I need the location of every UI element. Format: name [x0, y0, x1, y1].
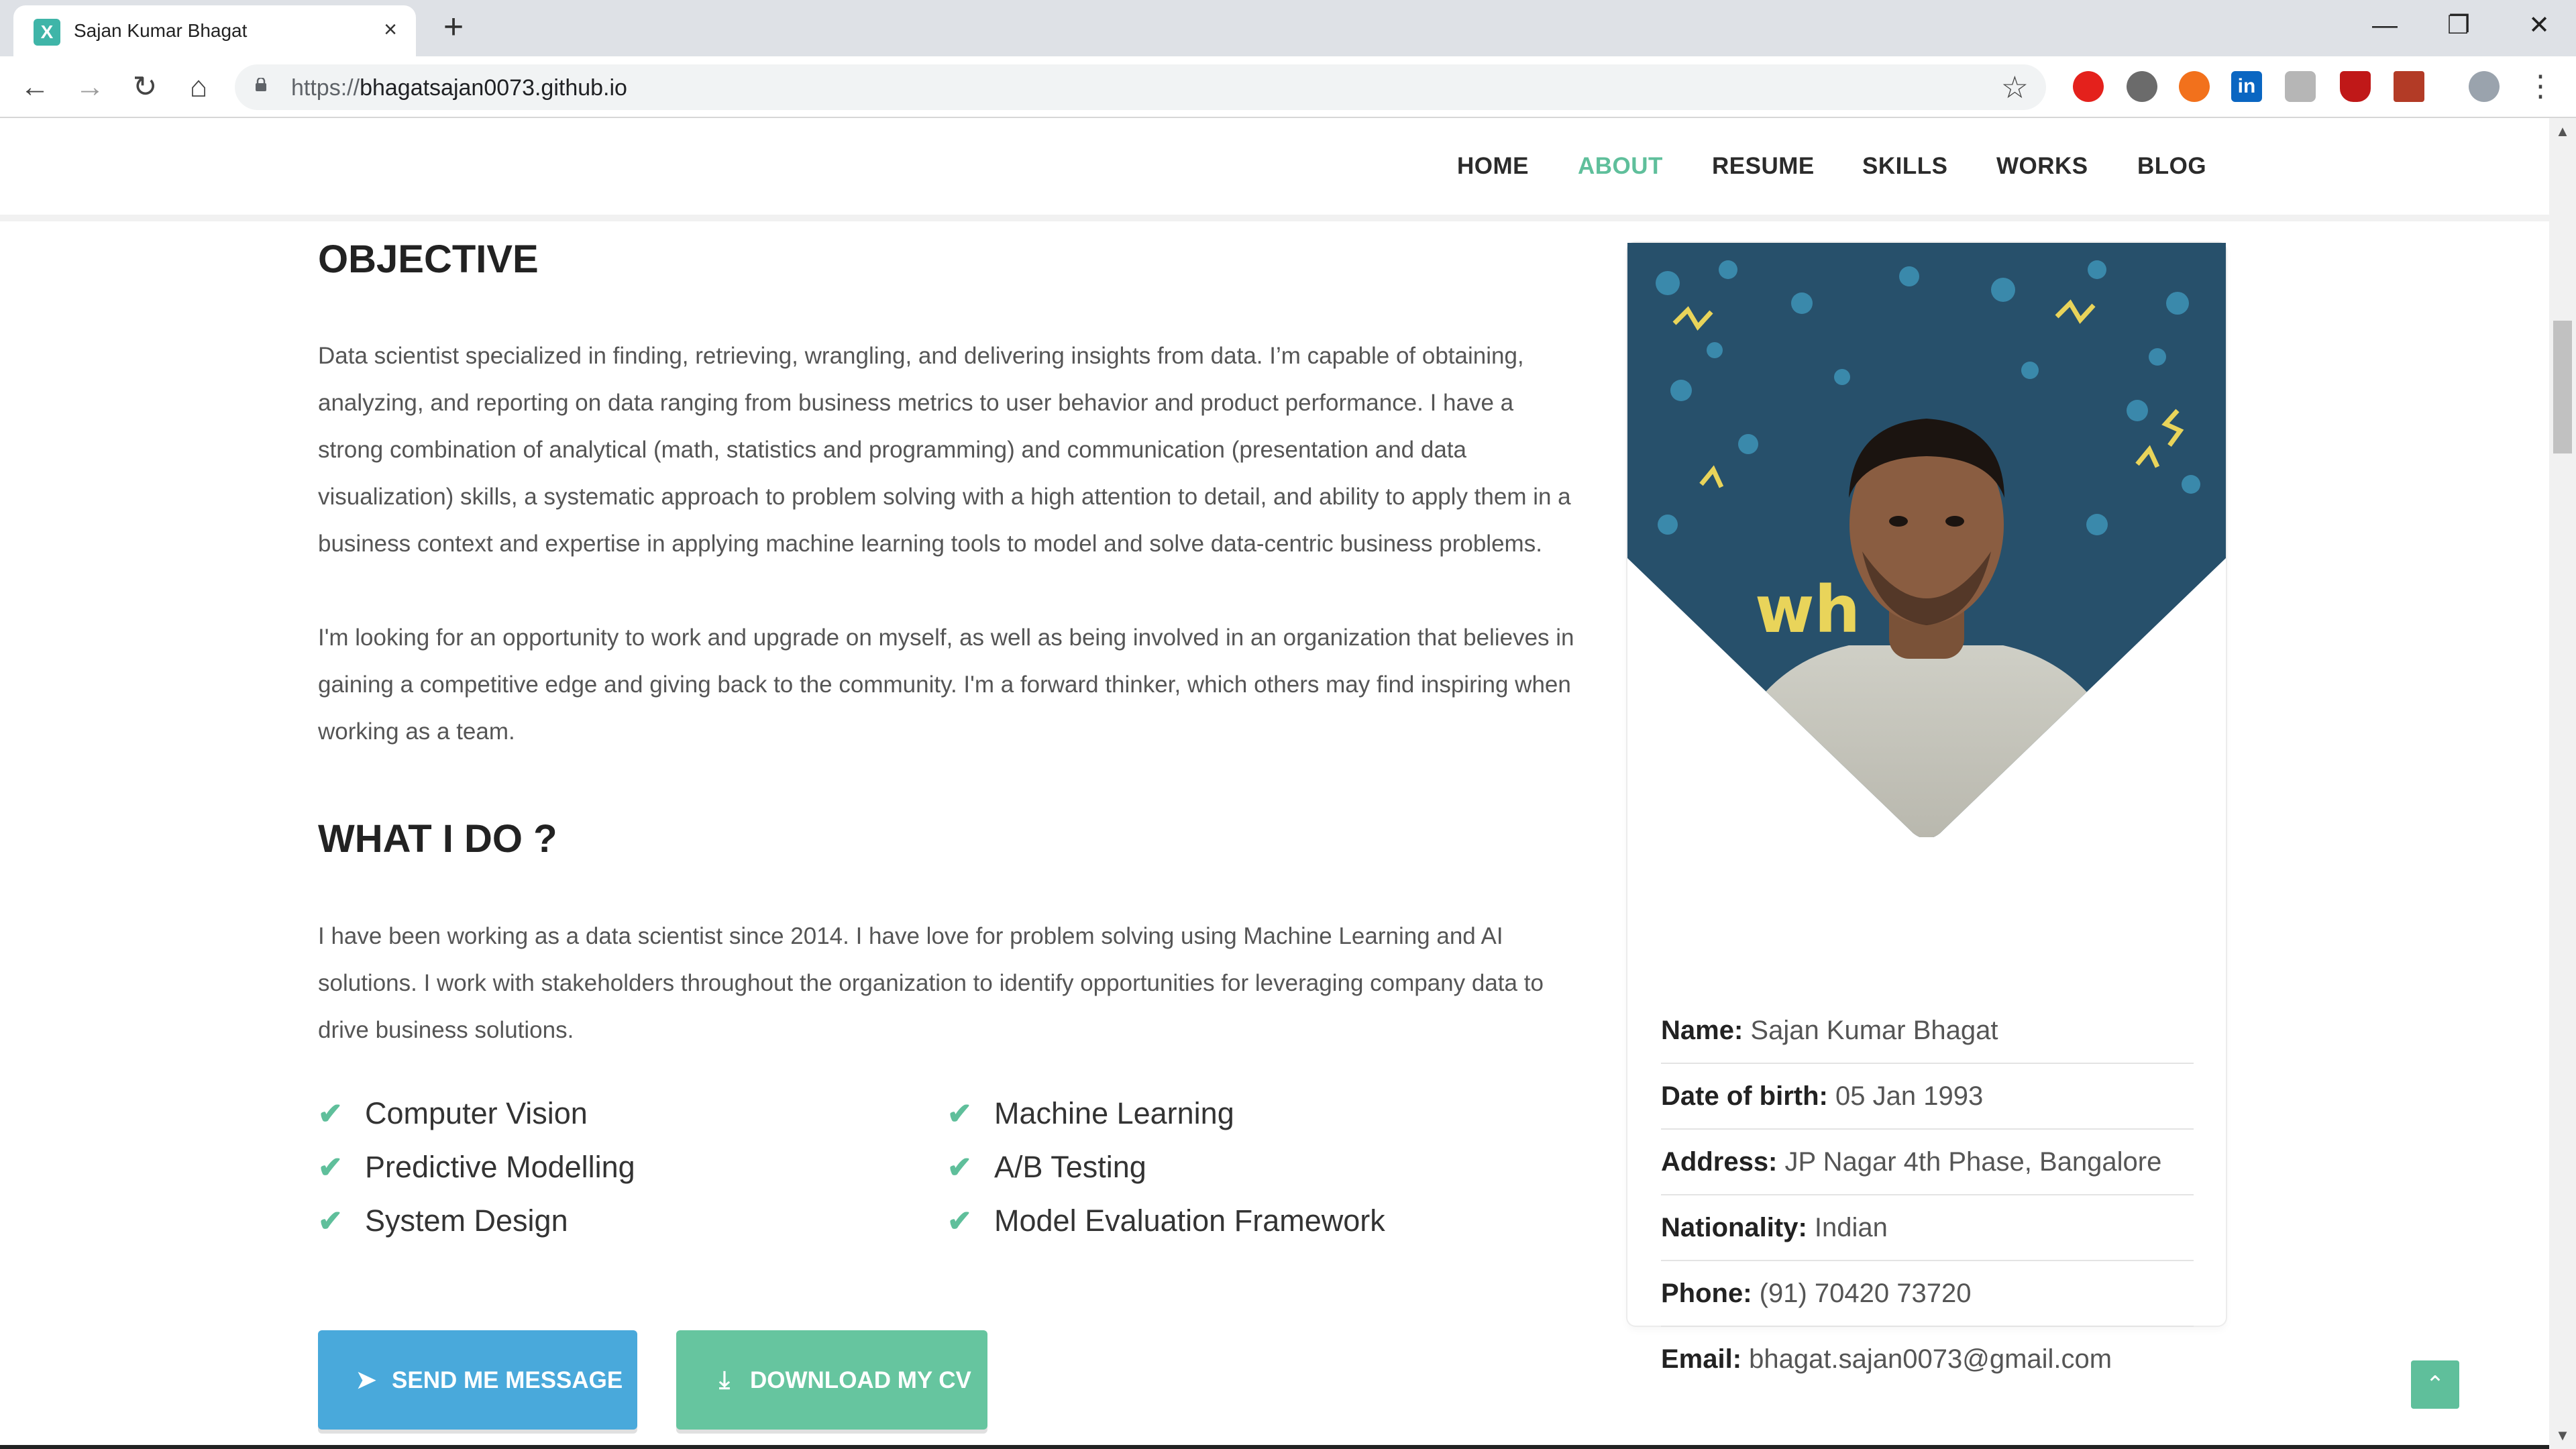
back-button[interactable]: ← [15, 67, 55, 107]
skill-label: Predictive Modelling [365, 1150, 635, 1184]
tab-title: Sajan Kumar Bhagat [74, 20, 248, 41]
info-row-name: Name: Sajan Kumar Bhagat [1661, 998, 2194, 1064]
what-i-do-paragraph: I have been working as a data scientist … [318, 923, 1544, 1043]
info-value: 05 Jan 1993 [1835, 1081, 1984, 1111]
bookmark-star-icon[interactable]: ☆ [2001, 70, 2029, 105]
info-label: Address: [1661, 1147, 1778, 1177]
check-icon: ✔ [947, 1205, 972, 1238]
circle-extension-icon[interactable] [2127, 71, 2157, 102]
browser-menu-icon[interactable]: ⋮ [2524, 70, 2557, 103]
info-row-address: Address: JP Nagar 4th Phase, Bangalore [1661, 1130, 2194, 1195]
scroll-to-top-button[interactable]: ⌃ [2411, 1360, 2459, 1409]
check-icon: ✔ [318, 1097, 343, 1130]
objective-paragraph-1: Data scientist specialized in finding, r… [318, 343, 1571, 557]
info-label: Phone: [1661, 1279, 1752, 1308]
scroll-up-arrow-icon[interactable]: ▲ [2549, 118, 2576, 145]
scrollbar-thumb[interactable] [2553, 321, 2572, 453]
forward-button[interactable]: → [70, 67, 110, 107]
info-label: Nationality: [1661, 1213, 1807, 1242]
browser-toolbar: ← → ↻ ⌂ https://bhagatsajan0073.github.i… [0, 56, 2576, 118]
check-icon: ✔ [947, 1097, 972, 1130]
skill-item: ✔ Model Evaluation Framework [947, 1202, 1385, 1240]
new-tab-button[interactable]: + [435, 9, 472, 47]
nav-skills[interactable]: SKILLS [1862, 153, 1947, 180]
scroll-down-arrow-icon[interactable]: ▼ [2549, 1422, 2576, 1449]
chat-extension-icon[interactable] [2285, 71, 2316, 102]
check-icon: ✔ [318, 1205, 343, 1238]
orange-extension-icon[interactable] [2179, 71, 2210, 102]
reload-button[interactable]: ↻ [125, 67, 165, 107]
info-label: Name: [1661, 1016, 1743, 1045]
page-content: HOME ABOUT RESUME SKILLS WORKS BLOG OBJE… [0, 118, 2549, 1449]
photo-overlay-text: wh [1755, 572, 1860, 647]
profile-card: wh Name: Sajan Kumar Bhagat Date of birt… [1627, 243, 2226, 1374]
skill-label: Model Evaluation Framework [994, 1203, 1385, 1238]
skill-label: Computer Vision [365, 1096, 588, 1130]
bottom-edge-divider [0, 1445, 2549, 1449]
nav-blog[interactable]: BLOG [2137, 153, 2206, 180]
pdf-icon[interactable] [2394, 71, 2424, 102]
window-minimize-button[interactable]: — [2348, 4, 2422, 47]
skill-item: ✔ A/B Testing [947, 1148, 1146, 1186]
adblock-icon[interactable] [2073, 71, 2104, 102]
url-text: https://bhagatsajan0073.github.io [291, 75, 627, 101]
paper-plane-icon: ➤ [356, 1366, 377, 1393]
check-icon: ✔ [947, 1151, 972, 1184]
skill-label: System Design [365, 1203, 568, 1238]
window-close-button[interactable]: ✕ [2502, 4, 2576, 47]
home-button[interactable]: ⌂ [178, 67, 219, 107]
email-link[interactable]: bhagat.sajan0073@gmail.com [1749, 1344, 2112, 1374]
skill-item: ✔ System Design [318, 1202, 568, 1240]
nav-resume[interactable]: RESUME [1712, 153, 1815, 180]
download-icon: ⤓ [719, 1366, 730, 1393]
info-row-nationality: Nationality: Indian [1661, 1195, 2194, 1261]
window-maximize-button[interactable]: ❐ [2422, 4, 2496, 47]
nav-about[interactable]: ABOUT [1578, 153, 1663, 180]
site-navbar: HOME ABOUT RESUME SKILLS WORKS BLOG [0, 118, 2549, 221]
nav-home[interactable]: HOME [1457, 153, 1529, 180]
skill-item: ✔ Predictive Modelling [318, 1148, 635, 1186]
info-value: (91) 70420 73720 [1759, 1279, 1972, 1308]
send-message-label: SEND ME MESSAGE [392, 1367, 623, 1393]
info-value: Sajan Kumar Bhagat [1750, 1016, 1998, 1045]
nav-works[interactable]: WORKS [1996, 153, 2088, 180]
skill-item: ✔ Machine Learning [947, 1095, 1234, 1132]
info-label: Email: [1661, 1344, 1742, 1374]
linkedin-icon[interactable]: in [2231, 71, 2262, 102]
info-row-phone: Phone: (91) 70420 73720 [1661, 1261, 2194, 1327]
lock-icon [256, 78, 266, 91]
info-row-email: Email: bhagat.sajan0073@gmail.com [1661, 1327, 2194, 1391]
browser-tab-bar: X Sajan Kumar Bhagat × + — ❐ ✕ [0, 0, 2576, 56]
url-host: bhagatsajan0073.github.io [360, 75, 627, 101]
tab-close-icon[interactable]: × [376, 15, 405, 44]
skill-item: ✔ Computer Vision [318, 1095, 588, 1132]
info-label: Date of birth: [1661, 1081, 1828, 1111]
what-i-do-heading: WHAT I DO ? [318, 817, 557, 861]
objective-paragraph-2: I'm looking for an opportunity to work a… [318, 625, 1574, 745]
profile-photo: wh [1627, 243, 2226, 837]
check-icon: ✔ [318, 1151, 343, 1184]
download-cv-label: DOWNLOAD MY CV [750, 1367, 971, 1393]
info-row-dob: Date of birth: 05 Jan 1993 [1661, 1064, 2194, 1130]
url-protocol: https:// [291, 75, 360, 101]
skill-label: A/B Testing [994, 1150, 1146, 1184]
address-bar[interactable]: https://bhagatsajan0073.github.io ☆ [235, 64, 2046, 110]
mcafee-icon[interactable] [2340, 71, 2371, 102]
info-value: Indian [1814, 1213, 1888, 1242]
browser-tab[interactable]: X Sajan Kumar Bhagat × [13, 5, 416, 56]
objective-heading: OBJECTIVE [318, 237, 539, 281]
send-message-button[interactable]: ➤ SEND ME MESSAGE [318, 1330, 637, 1430]
info-value: JP Nagar 4th Phase, Bangalore [1784, 1147, 2162, 1177]
download-cv-button[interactable]: ⤓ DOWNLOAD MY CV [676, 1330, 987, 1430]
skill-label: Machine Learning [994, 1096, 1234, 1130]
tab-favicon-icon: X [34, 19, 60, 46]
page-scrollbar[interactable]: ▲ ▼ [2549, 118, 2576, 1449]
profile-avatar[interactable] [2469, 71, 2500, 102]
